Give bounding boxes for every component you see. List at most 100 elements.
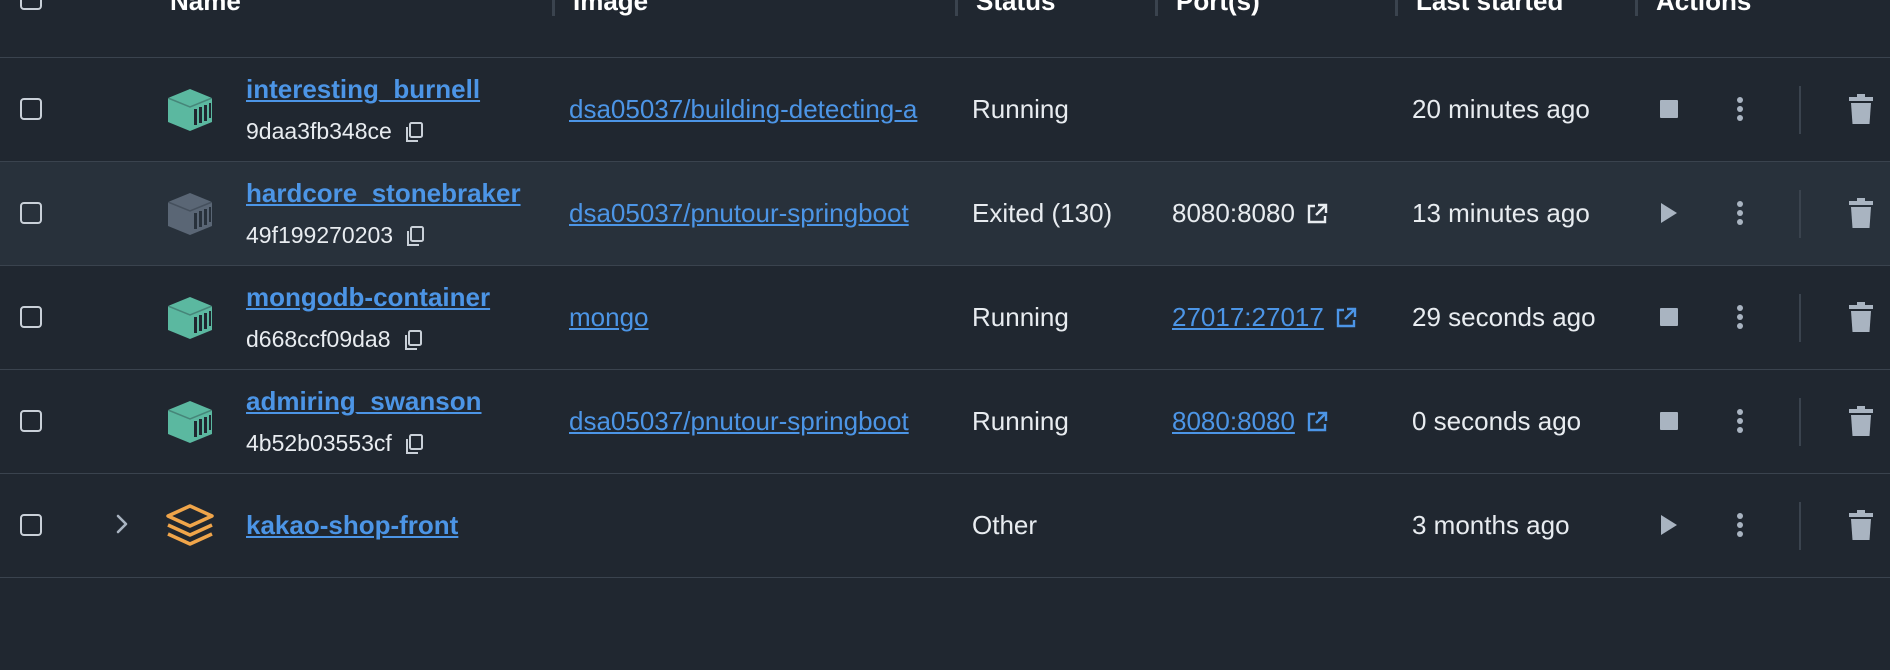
status-text: Running <box>972 94 1069 124</box>
stop-button[interactable] <box>1654 94 1684 124</box>
copy-icon[interactable] <box>404 433 424 455</box>
external-link-icon[interactable] <box>1305 202 1329 226</box>
trash-icon <box>1849 302 1873 332</box>
column-header-last-started[interactable]: Last started <box>1416 0 1563 17</box>
trash-icon <box>1849 94 1873 124</box>
more-vertical-icon <box>1737 201 1743 225</box>
delete-button[interactable] <box>1846 198 1876 228</box>
container-id-text: d668ccf09da8 <box>246 326 391 352</box>
stack-name-link[interactable]: kakao-shop-front <box>246 510 458 541</box>
status-text: Other <box>972 510 1038 540</box>
trash-icon <box>1849 198 1873 228</box>
column-header-actions: Actions <box>1656 0 1752 16</box>
select-all-checkbox[interactable] <box>20 0 42 10</box>
column-resizer[interactable] <box>955 0 958 16</box>
container-name-link[interactable]: hardcore_stonebraker <box>246 178 521 209</box>
more-vertical-icon <box>1737 409 1743 433</box>
external-link-icon[interactable] <box>1305 410 1329 434</box>
container-icon <box>167 193 213 235</box>
port-link[interactable]: 27017:27017 <box>1172 302 1324 333</box>
stop-icon <box>1660 308 1678 326</box>
trash-icon <box>1849 406 1873 436</box>
image-link[interactable]: dsa05037/building-detecting-a <box>569 94 955 125</box>
copy-icon[interactable] <box>405 225 425 247</box>
actions-divider <box>1799 502 1801 550</box>
stop-icon <box>1660 412 1678 430</box>
play-icon <box>1661 203 1677 223</box>
stop-icon <box>1660 100 1678 118</box>
container-id: d668ccf09da8 <box>246 326 423 353</box>
container-name-link[interactable]: admiring_swanson <box>246 386 482 417</box>
delete-button[interactable] <box>1846 406 1876 436</box>
more-actions-button[interactable] <box>1725 302 1755 332</box>
delete-button[interactable] <box>1846 510 1876 540</box>
row-checkbox[interactable] <box>20 306 42 328</box>
more-vertical-icon <box>1737 305 1743 329</box>
stop-button[interactable] <box>1654 302 1684 332</box>
more-actions-button[interactable] <box>1725 406 1755 436</box>
table-row[interactable]: kakao-shop-front Other 3 months ago <box>0 474 1890 578</box>
row-checkbox[interactable] <box>20 514 42 536</box>
last-started-text: 20 minutes ago <box>1412 94 1590 124</box>
stack-icon <box>166 504 214 546</box>
container-name-link[interactable]: mongodb-container <box>246 282 490 313</box>
delete-button[interactable] <box>1846 94 1876 124</box>
more-actions-button[interactable] <box>1725 94 1755 124</box>
container-id-text: 4b52b03553cf <box>246 430 392 456</box>
port-link[interactable]: 8080:8080 <box>1172 406 1295 437</box>
copy-icon[interactable] <box>404 121 424 143</box>
last-started-text: 13 minutes ago <box>1412 198 1590 228</box>
column-header-ports[interactable]: Port(s) <box>1176 0 1260 17</box>
more-vertical-icon <box>1737 97 1743 121</box>
column-resizer[interactable] <box>1395 0 1398 16</box>
image-link[interactable]: mongo <box>569 302 955 333</box>
start-button[interactable] <box>1654 510 1684 540</box>
actions-divider <box>1799 398 1801 446</box>
container-id: 9daa3fb348ce <box>246 118 424 145</box>
row-checkbox[interactable] <box>20 410 42 432</box>
image-link[interactable]: dsa05037/pnutour-springboot <box>569 198 955 229</box>
container-name-link[interactable]: interesting_burnell <box>246 74 480 105</box>
table-row[interactable]: hardcore_stonebraker 49f199270203 dsa050… <box>0 162 1890 266</box>
port-mapping[interactable]: 8080:8080 <box>1172 406 1329 437</box>
column-resizer[interactable] <box>1635 0 1638 16</box>
port-mapping[interactable]: 8080:8080 <box>1172 198 1329 229</box>
table-header: Name Image Status Port(s) Last started A… <box>0 0 1890 58</box>
status-text: Running <box>972 406 1069 436</box>
container-icon <box>167 401 213 443</box>
container-icon <box>167 89 213 131</box>
container-id-text: 49f199270203 <box>246 222 394 248</box>
actions-divider <box>1799 86 1801 134</box>
row-checkbox[interactable] <box>20 202 42 224</box>
port-mapping[interactable]: 27017:27017 <box>1172 302 1358 333</box>
last-started-text: 0 seconds ago <box>1412 406 1582 436</box>
column-header-status[interactable]: Status <box>976 0 1055 17</box>
table-row[interactable]: interesting_burnell 9daa3fb348ce dsa0503… <box>0 58 1890 162</box>
containers-table: Name Image Status Port(s) Last started A… <box>0 0 1890 578</box>
more-actions-button[interactable] <box>1725 198 1755 228</box>
status-text: Exited (130) <box>972 198 1113 228</box>
copy-icon[interactable] <box>403 329 423 351</box>
actions-divider <box>1799 294 1801 342</box>
column-header-image[interactable]: Image <box>573 0 648 17</box>
external-link-icon[interactable] <box>1334 306 1358 330</box>
start-button[interactable] <box>1654 198 1684 228</box>
last-started-text: 29 seconds ago <box>1412 302 1596 332</box>
column-resizer[interactable] <box>552 0 555 16</box>
column-resizer[interactable] <box>1155 0 1158 16</box>
trash-icon <box>1849 510 1873 540</box>
row-checkbox[interactable] <box>20 98 42 120</box>
table-row[interactable]: admiring_swanson 4b52b03553cf dsa05037/p… <box>0 370 1890 474</box>
expand-button[interactable] <box>110 512 134 536</box>
port-text: 8080:8080 <box>1172 198 1295 228</box>
table-row[interactable]: mongodb-container d668ccf09da8 mongo Run… <box>0 266 1890 370</box>
column-header-name[interactable]: Name <box>170 0 241 17</box>
container-id-text: 9daa3fb348ce <box>246 118 392 144</box>
actions-divider <box>1799 190 1801 238</box>
delete-button[interactable] <box>1846 302 1876 332</box>
image-link[interactable]: dsa05037/pnutour-springboot <box>569 406 955 437</box>
more-actions-button[interactable] <box>1725 510 1755 540</box>
container-id: 49f199270203 <box>246 222 425 249</box>
container-icon <box>167 297 213 339</box>
stop-button[interactable] <box>1654 406 1684 436</box>
